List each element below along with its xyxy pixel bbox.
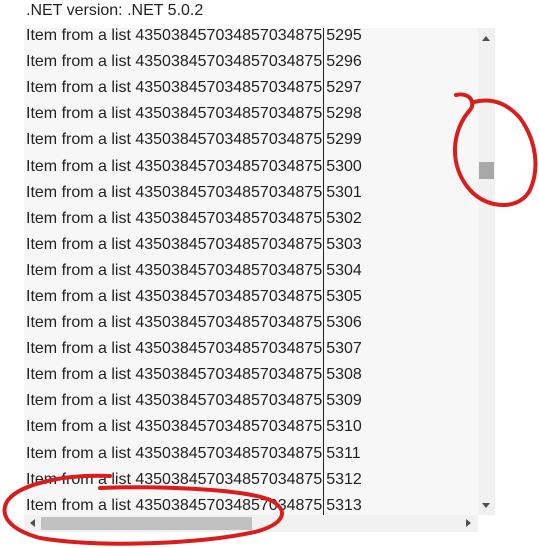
scroll-up-arrow-icon[interactable] bbox=[482, 36, 490, 41]
list-item-number: 5303 bbox=[326, 235, 362, 253]
scroll-left-arrow-icon[interactable] bbox=[30, 519, 35, 527]
list-item-text: Item from a list 435038457034857034875 bbox=[26, 131, 323, 149]
scrollbar-corner bbox=[478, 515, 495, 532]
list-item-text: Item from a list 435038457034857034875 bbox=[26, 183, 323, 201]
list-item[interactable]: Item from a list 435038457034857034875 52… bbox=[24, 75, 477, 102]
list-item[interactable]: Item from a list 435038457034857034875 53… bbox=[24, 283, 477, 311]
column-separator bbox=[323, 127, 325, 154]
list-item-text: Item from a list 435038457034857034875 bbox=[26, 366, 323, 384]
item-listbox[interactable]: Item from a list 435038457034857034875 52… bbox=[24, 28, 495, 532]
list-item[interactable]: Item from a list 435038457034857034875 52… bbox=[24, 28, 477, 50]
list-item[interactable]: Item from a list 435038457034857034875 53… bbox=[24, 205, 477, 232]
column-separator bbox=[323, 362, 325, 389]
list-item-number: 5309 bbox=[326, 392, 362, 410]
list-item[interactable]: Item from a list 435038457034857034875 53… bbox=[24, 440, 477, 467]
column-separator bbox=[323, 388, 325, 415]
list-item[interactable]: Item from a list 435038457034857034875 52… bbox=[24, 49, 477, 76]
list-item-number: 5304 bbox=[326, 261, 362, 279]
list-item-text: Item from a list 435038457034857034875 bbox=[26, 444, 323, 462]
list-item-text: Item from a list 435038457034857034875 bbox=[26, 53, 323, 71]
list-item-text: Item from a list 435038457034857034875 bbox=[26, 340, 323, 358]
list-item[interactable]: Item from a list 435038457034857034875 53… bbox=[24, 336, 477, 363]
list-item-number: 5302 bbox=[326, 209, 362, 227]
list-item-number: 5296 bbox=[326, 53, 362, 71]
list-item-number: 5297 bbox=[326, 79, 362, 97]
list-item-text: Item from a list 435038457034857034875 bbox=[26, 392, 323, 410]
list-rows: Item from a list 435038457034857034875 52… bbox=[24, 28, 477, 519]
list-item-number: 5311 bbox=[326, 444, 361, 462]
column-separator bbox=[323, 153, 325, 180]
list-item-number: 5298 bbox=[326, 105, 362, 123]
column-separator bbox=[323, 28, 325, 50]
list-item-number: 5310 bbox=[326, 418, 362, 436]
net-version-label: .NET version: .NET 5.0.2 bbox=[26, 2, 204, 19]
column-separator bbox=[323, 466, 325, 493]
list-item-number: 5295 bbox=[326, 28, 362, 45]
list-item-text: Item from a list 435038457034857034875 bbox=[26, 79, 323, 97]
list-item[interactable]: Item from a list 435038457034857034875 53… bbox=[24, 257, 477, 284]
list-item-text: Item from a list 435038457034857034875 bbox=[26, 157, 323, 175]
column-separator bbox=[323, 310, 325, 337]
column-separator bbox=[323, 49, 325, 76]
column-separator bbox=[323, 205, 325, 232]
column-separator bbox=[323, 101, 325, 128]
list-item[interactable]: Item from a list 435038457034857034875 52… bbox=[24, 127, 477, 154]
list-item[interactable]: Item from a list 435038457034857034875 53… bbox=[24, 231, 477, 258]
list-item[interactable]: Item from a list 435038457034857034875 53… bbox=[24, 179, 477, 206]
column-separator bbox=[323, 75, 325, 102]
column-separator bbox=[323, 414, 325, 441]
list-item[interactable]: Item from a list 435038457034857034875 52… bbox=[24, 101, 477, 128]
list-item-text: Item from a list 435038457034857034875 bbox=[26, 470, 323, 488]
list-item[interactable]: Item from a list 435038457034857034875 53… bbox=[24, 362, 477, 389]
list-item[interactable]: Item from a list 435038457034857034875 53… bbox=[24, 310, 477, 337]
scroll-down-arrow-icon[interactable] bbox=[482, 503, 490, 508]
vertical-scroll-thumb[interactable] bbox=[479, 162, 494, 179]
scroll-right-arrow-icon[interactable] bbox=[466, 519, 471, 527]
list-item-number: 5306 bbox=[326, 314, 362, 332]
list-item-text: Item from a list 435038457034857034875 bbox=[26, 418, 323, 436]
column-separator bbox=[323, 283, 325, 311]
list-item-text: Item from a list 435038457034857034875 bbox=[26, 235, 323, 253]
horizontal-scroll-thumb[interactable] bbox=[41, 517, 252, 530]
vertical-scrollbar[interactable] bbox=[478, 28, 495, 515]
list-item-number: 5300 bbox=[326, 157, 362, 175]
column-separator bbox=[323, 231, 325, 258]
column-separator bbox=[323, 440, 325, 467]
list-item-text: Item from a list 435038457034857034875 bbox=[26, 287, 323, 305]
list-item-text: Item from a list 435038457034857034875 bbox=[26, 314, 323, 332]
column-separator bbox=[323, 336, 325, 363]
list-item[interactable]: Item from a list 435038457034857034875 53… bbox=[24, 388, 477, 415]
list-item-number: 5308 bbox=[326, 366, 362, 384]
list-item-number: 5299 bbox=[326, 131, 362, 149]
column-separator bbox=[323, 179, 325, 206]
list-item[interactable]: Item from a list 435038457034857034875 53… bbox=[24, 414, 477, 441]
list-item-text: Item from a list 435038457034857034875 bbox=[26, 209, 323, 227]
column-separator bbox=[323, 257, 325, 284]
list-item-number: 5305 bbox=[326, 287, 362, 305]
list-item-text: Item from a list 435038457034857034875 bbox=[26, 28, 323, 45]
list-item-number: 5301 bbox=[326, 183, 362, 201]
list-item-text: Item from a list 435038457034857034875 bbox=[26, 261, 323, 279]
list-item[interactable]: Item from a list 435038457034857034875 53… bbox=[24, 153, 477, 180]
list-item[interactable]: Item from a list 435038457034857034875 53… bbox=[24, 466, 477, 493]
list-item-number: 5307 bbox=[326, 340, 362, 358]
list-item-number: 5312 bbox=[326, 470, 362, 488]
list-item-text: Item from a list 435038457034857034875 bbox=[26, 105, 323, 123]
